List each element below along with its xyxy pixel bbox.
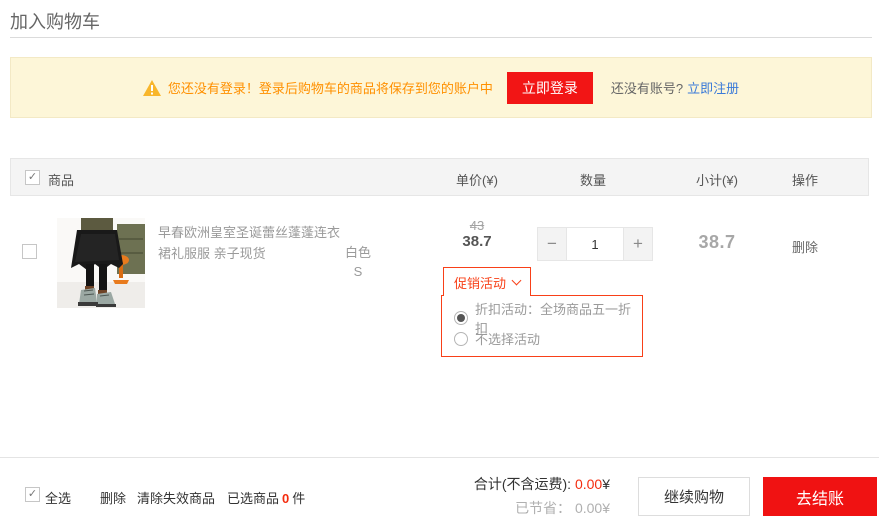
radio-selected-icon[interactable] bbox=[454, 311, 468, 325]
warning-triangle-icon bbox=[143, 80, 161, 96]
login-warning-banner: 您还没有登录！登录后购物车的商品将保存到您的账户中 立即登录 还没有账号? 立即… bbox=[10, 57, 872, 118]
no-account-text: 还没有账号? bbox=[611, 78, 683, 97]
radio-unselected-icon[interactable] bbox=[454, 332, 468, 346]
footer-delete-link[interactable]: 删除 bbox=[100, 488, 126, 507]
saved-value: 0.00¥ bbox=[575, 500, 610, 516]
cart-page: 加入购物车 您还没有登录！登录后购物车的商品将保存到您的账户中 立即登录 还没有… bbox=[0, 0, 879, 524]
continue-shopping-button[interactable]: 继续购物 bbox=[638, 477, 750, 516]
column-header-unit-price: 单价(¥) bbox=[456, 170, 498, 189]
product-sku: 白色 S bbox=[338, 243, 378, 281]
header-select-all-checkbox[interactable]: ✓ bbox=[25, 170, 40, 185]
column-header-action: 操作 bbox=[792, 170, 818, 189]
footer-select-all-checkbox[interactable]: ✓ bbox=[25, 487, 40, 502]
quantity-increase-button[interactable]: + bbox=[624, 228, 652, 260]
clear-invalid-link[interactable]: 清除失效商品 bbox=[137, 488, 215, 507]
total-line: 合计(不含运费): 0.00¥ bbox=[420, 474, 610, 494]
total-currency: ¥ bbox=[602, 476, 610, 492]
quantity-input[interactable] bbox=[566, 228, 624, 260]
promotion-option-discount[interactable]: 折扣活动：全场商品五一折扣 bbox=[454, 307, 642, 328]
total-label: 合计(不含运费): bbox=[474, 476, 571, 492]
selected-count-text: 已选商品0件 bbox=[227, 488, 305, 507]
total-value: 0.00 bbox=[575, 476, 602, 492]
promotion-label: 促销活动 bbox=[454, 273, 506, 292]
item-select-checkbox[interactable] bbox=[22, 244, 37, 259]
selected-suffix: 件 bbox=[292, 491, 305, 506]
product-image[interactable] bbox=[57, 218, 145, 308]
column-header-quantity: 数量 bbox=[580, 170, 606, 189]
check-icon: ✓ bbox=[28, 172, 37, 183]
register-now-link[interactable]: 立即注册 bbox=[687, 78, 739, 97]
quantity-decrease-button[interactable]: − bbox=[538, 228, 566, 260]
sku-color: 白色 bbox=[338, 243, 378, 262]
product-title[interactable]: 早春欧洲皇室圣诞蕾丝蓬蓬连衣裙礼服服 亲子现货 bbox=[158, 222, 340, 264]
quantity-stepper: − + bbox=[537, 227, 653, 261]
item-subtotal: 38.7 bbox=[698, 232, 735, 253]
login-warning-text: 您还没有登录！登录后购物车的商品将保存到您的账户中 bbox=[168, 78, 493, 97]
saved-line: 已节省： 0.00¥ bbox=[420, 498, 610, 518]
login-now-button[interactable]: 立即登录 bbox=[507, 72, 593, 104]
promotion-dropdown-toggle[interactable]: 促销活动 bbox=[443, 267, 531, 296]
item-delete-link[interactable]: 删除 bbox=[792, 237, 818, 256]
unit-price: 38.7 bbox=[462, 233, 491, 250]
column-header-subtotal: 小计(¥) bbox=[696, 170, 738, 189]
selected-count: 0 bbox=[279, 491, 292, 506]
original-price: 43 bbox=[470, 218, 484, 233]
checkout-button[interactable]: 去结账 bbox=[763, 477, 877, 516]
promotion-option-label: 不选择活动 bbox=[475, 329, 540, 348]
chevron-down-icon bbox=[512, 275, 522, 285]
promotion-dropdown-panel: 折扣活动：全场商品五一折扣 不选择活动 bbox=[441, 295, 643, 357]
cart-table-header bbox=[10, 158, 869, 196]
column-header-product: 商品 bbox=[48, 170, 74, 189]
selected-prefix: 已选商品 bbox=[227, 491, 279, 506]
saved-label: 已节省： bbox=[515, 500, 571, 516]
check-icon: ✓ bbox=[28, 489, 37, 500]
title-divider bbox=[10, 37, 872, 38]
page-title: 加入购物车 bbox=[10, 8, 100, 34]
sku-size: S bbox=[338, 262, 378, 281]
select-all-label[interactable]: 全选 bbox=[45, 488, 71, 507]
